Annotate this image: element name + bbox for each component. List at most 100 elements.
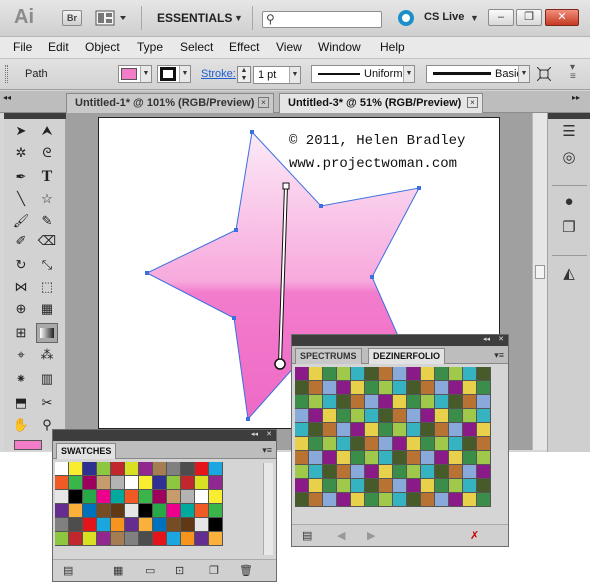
swatch[interactable] <box>181 490 195 504</box>
variable-width-profile-dropdown[interactable]: Uniform ▼ <box>311 65 415 83</box>
magic-wand-tool-icon[interactable]: ✲ <box>10 143 32 163</box>
swatch[interactable] <box>365 381 379 395</box>
swatch[interactable] <box>407 437 421 451</box>
swatch[interactable] <box>167 532 181 546</box>
swatch[interactable] <box>365 367 379 381</box>
menu-help[interactable]: Help <box>380 40 405 54</box>
swatch[interactable] <box>209 518 223 532</box>
swatch[interactable] <box>195 490 209 504</box>
swatch[interactable] <box>139 462 153 476</box>
artboard-tool-icon[interactable]: ⬒ <box>10 393 32 413</box>
swatch[interactable] <box>477 479 491 493</box>
swatch[interactable] <box>477 367 491 381</box>
swatch[interactable] <box>167 462 181 476</box>
swatch[interactable] <box>365 395 379 409</box>
swatch[interactable] <box>139 518 153 532</box>
swatch[interactable] <box>97 490 111 504</box>
expand-panels-icon[interactable]: ▸▸ <box>572 93 580 102</box>
swatch[interactable] <box>379 437 393 451</box>
swatch[interactable] <box>435 493 449 507</box>
swatch[interactable] <box>97 518 111 532</box>
swatch[interactable] <box>449 409 463 423</box>
symbols-panel-icon[interactable]: ❐ <box>558 217 580 239</box>
swatch[interactable] <box>365 409 379 423</box>
swatch[interactable] <box>351 423 365 437</box>
chevron-down-icon[interactable]: ▼ <box>470 13 479 23</box>
gradient-panel-icon[interactable]: ◭ <box>558 263 580 285</box>
menu-select[interactable]: Select <box>180 40 213 54</box>
gripper[interactable] <box>5 65 8 83</box>
swatch[interactable] <box>83 532 97 546</box>
tab-dezinerfolio[interactable]: DEZINERFOLIO <box>368 348 445 364</box>
swatch[interactable] <box>435 479 449 493</box>
swatch[interactable] <box>323 437 337 451</box>
swatch[interactable] <box>323 423 337 437</box>
swatch[interactable] <box>463 465 477 479</box>
swatches-scrollbar[interactable] <box>263 463 273 555</box>
swatch[interactable] <box>449 493 463 507</box>
color-panel-icon[interactable]: ● <box>558 191 580 213</box>
swatch[interactable] <box>295 451 309 465</box>
swatch[interactable] <box>309 465 323 479</box>
swatch[interactable] <box>463 451 477 465</box>
swatch[interactable] <box>309 493 323 507</box>
swatch[interactable] <box>337 409 351 423</box>
swatch-options-icon[interactable]: ▭ <box>145 564 155 577</box>
swatch[interactable] <box>365 465 379 479</box>
swatch[interactable] <box>181 518 195 532</box>
swatch[interactable] <box>365 493 379 507</box>
swatch[interactable] <box>181 504 195 518</box>
swatch[interactable] <box>295 381 309 395</box>
panel-titlebar[interactable]: ◂◂ ✕ <box>53 430 276 441</box>
swatch[interactable] <box>125 532 139 546</box>
lasso-tool-icon[interactable]: ᘓ <box>36 143 58 163</box>
swatch[interactable] <box>407 367 421 381</box>
swatch[interactable] <box>477 465 491 479</box>
collapse-icon[interactable]: ◂◂ <box>483 335 490 343</box>
swatch[interactable] <box>449 423 463 437</box>
swatch[interactable] <box>351 437 365 451</box>
swatch[interactable] <box>125 490 139 504</box>
pencil-tool-icon[interactable]: ✎ <box>36 211 58 231</box>
swatch[interactable] <box>365 479 379 493</box>
minimize-button[interactable]: – <box>488 9 514 26</box>
swatch[interactable] <box>139 476 153 490</box>
swatch[interactable] <box>55 532 69 546</box>
swatch-grid[interactable] <box>295 367 491 509</box>
swatch[interactable] <box>351 451 365 465</box>
gradient-tool-icon[interactable] <box>36 323 58 343</box>
close-tab-icon[interactable]: × <box>467 97 478 108</box>
stroke-panel-icon[interactable]: ☰ <box>558 121 580 143</box>
swatch[interactable] <box>309 381 323 395</box>
swatch[interactable] <box>463 437 477 451</box>
swatch[interactable] <box>421 437 435 451</box>
swatch[interactable] <box>97 532 111 546</box>
swatch[interactable] <box>477 437 491 451</box>
swatch[interactable] <box>209 476 223 490</box>
swatch[interactable] <box>379 465 393 479</box>
swatch[interactable] <box>295 423 309 437</box>
pen-tool-icon[interactable]: ✒ <box>10 167 32 187</box>
shape-builder-tool-icon[interactable]: ⊕ <box>10 299 32 319</box>
swatch[interactable] <box>337 367 351 381</box>
swatch[interactable] <box>449 437 463 451</box>
swatch[interactable] <box>83 490 97 504</box>
swatch[interactable] <box>55 476 69 490</box>
swatch[interactable] <box>125 518 139 532</box>
swatch[interactable] <box>421 381 435 395</box>
swatch[interactable] <box>379 493 393 507</box>
symbol-sprayer-tool-icon[interactable]: ⁕ <box>10 369 32 389</box>
menu-object[interactable]: Object <box>85 40 120 54</box>
menu-effect[interactable]: Effect <box>229 40 259 54</box>
swatch[interactable] <box>97 504 111 518</box>
swatch[interactable] <box>337 451 351 465</box>
swatch[interactable] <box>407 451 421 465</box>
fill-color-dropdown[interactable]: ▼ <box>118 65 152 83</box>
swatch[interactable] <box>421 409 435 423</box>
swatch[interactable] <box>69 532 83 546</box>
perspective-grid-tool-icon[interactable]: ▦ <box>36 299 58 319</box>
swatch[interactable] <box>97 462 111 476</box>
tab-swatches[interactable]: SWATCHES <box>56 443 117 459</box>
swatch[interactable] <box>69 476 83 490</box>
swatch[interactable] <box>337 493 351 507</box>
